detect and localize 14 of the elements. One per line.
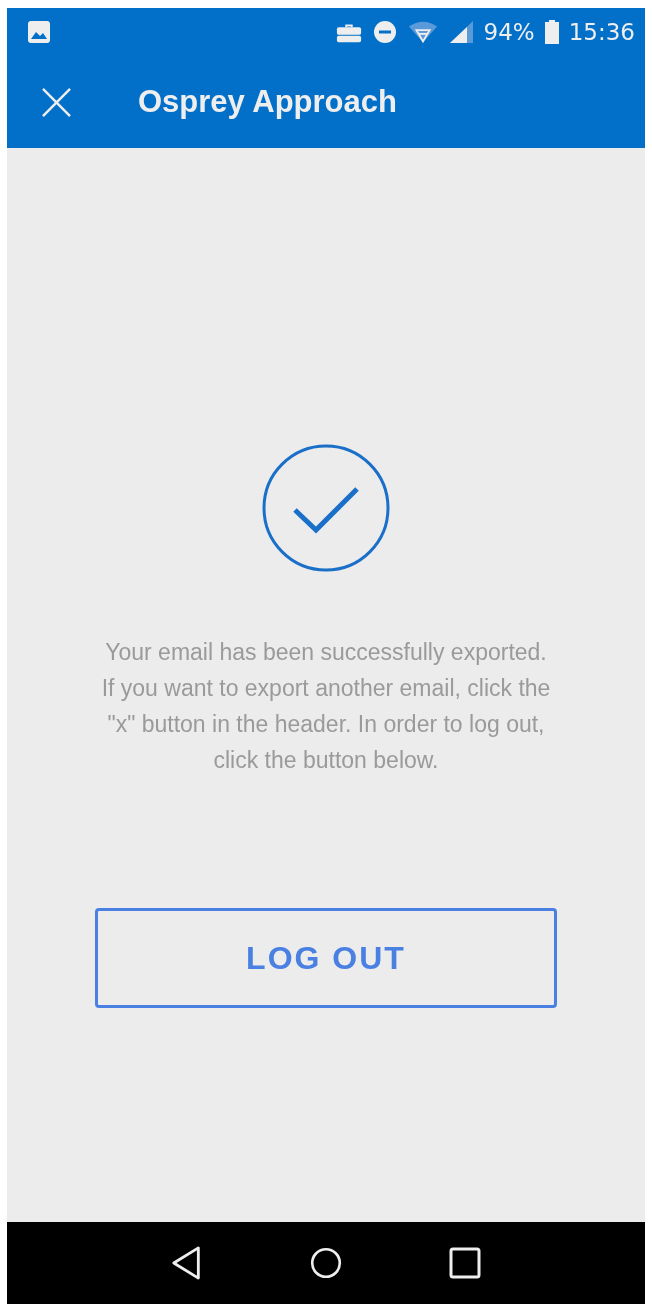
checkmark-circle-icon	[262, 444, 390, 572]
image-icon	[27, 20, 51, 44]
header-title: Osprey Approach	[138, 84, 397, 120]
home-icon[interactable]	[310, 1246, 342, 1280]
log-out-button[interactable]: LOG OUT	[95, 908, 557, 1008]
success-message: Your email has been successfully exported. If you want to export another email, click the "x" button in the header. In order to log out, click the button below.	[100, 638, 552, 775]
wifi-icon	[407, 20, 438, 44]
battery-icon	[544, 20, 559, 44]
close-icon[interactable]	[42, 87, 71, 117]
do-not-disturb-icon	[371, 20, 398, 44]
clock-time: 15:36	[568, 19, 635, 45]
recent-apps-icon[interactable]	[449, 1246, 482, 1280]
battery-percent: 94%	[483, 19, 535, 45]
back-icon[interactable]	[170, 1246, 203, 1280]
